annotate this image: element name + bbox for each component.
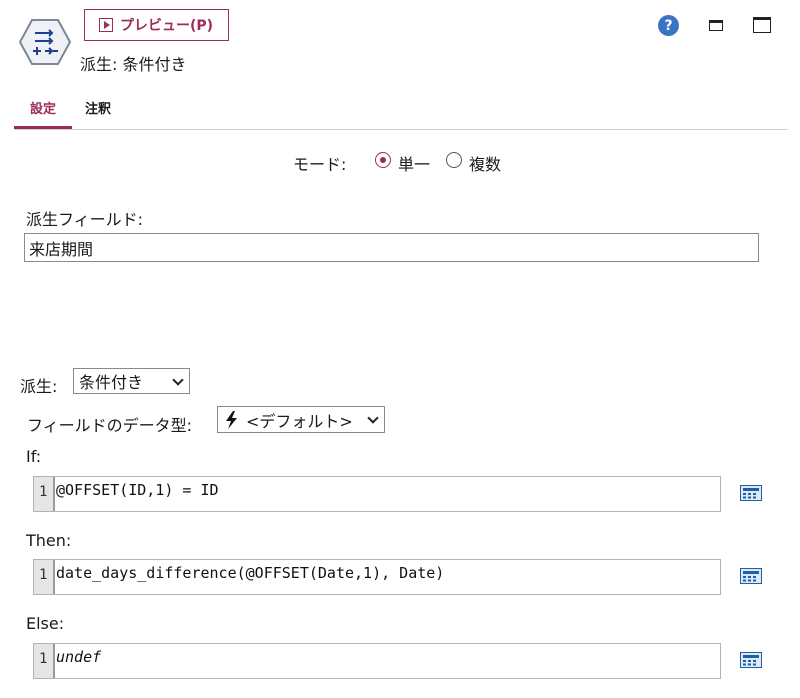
expression-builder-icon[interactable] (740, 568, 762, 584)
derive-as-label: 派生: (20, 377, 58, 396)
derive-as-select[interactable]: 条件付き (73, 368, 190, 394)
mode-multiple-label[interactable]: 複数 (469, 151, 501, 175)
expression-builder-icon[interactable] (740, 652, 762, 668)
tab-annotations[interactable]: 注釈 (85, 98, 111, 117)
else-label: Else: (26, 614, 65, 633)
help-icon[interactable]: ? (658, 15, 679, 36)
derive-node-icon (19, 19, 71, 65)
mode-single-radio[interactable] (375, 152, 391, 168)
node-title: 派生: 条件付き (80, 55, 187, 74)
preview-button-label: プレビュー(P) (120, 18, 214, 34)
line-number-gutter: 1 (34, 477, 55, 511)
minimize-icon[interactable] (709, 20, 723, 31)
chevron-down-icon (367, 412, 379, 424)
else-expression-editor[interactable]: 1 undef (33, 643, 721, 679)
field-type-select[interactable]: <デフォルト> (217, 406, 385, 433)
if-expression-editor[interactable]: 1 @OFFSET(ID,1) = ID (33, 476, 721, 512)
derive-field-input[interactable] (24, 233, 759, 262)
chevron-down-icon (172, 374, 184, 386)
then-expression-editor[interactable]: 1 date_days_difference(@OFFSET(Date,1), … (33, 559, 721, 595)
else-expression-code: undef (56, 648, 102, 666)
expression-builder-icon[interactable] (740, 485, 762, 501)
then-label: Then: (26, 531, 72, 550)
if-expression-code: @OFFSET(ID,1) = ID (56, 481, 219, 499)
then-expression-code: date_days_difference(@OFFSET(Date,1), Da… (56, 564, 445, 582)
play-icon (99, 18, 113, 32)
lightning-icon (226, 410, 237, 429)
line-number-gutter: 1 (34, 644, 55, 678)
tab-settings[interactable]: 設定 (30, 98, 56, 117)
preview-button[interactable]: プレビュー(P) (84, 9, 229, 41)
mode-multiple-radio[interactable] (446, 152, 462, 168)
derive-field-label: 派生フィールド: (26, 210, 144, 229)
field-type-value: <デフォルト> (246, 411, 353, 431)
tab-divider (14, 129, 788, 130)
field-type-label: フィールドのデータ型: (27, 416, 193, 435)
mode-label: モード: (293, 155, 347, 174)
if-label: If: (26, 447, 42, 466)
mode-single-label[interactable]: 単一 (398, 151, 430, 175)
derive-as-value: 条件付き (79, 373, 144, 392)
line-number-gutter: 1 (34, 560, 55, 594)
maximize-icon[interactable] (753, 17, 771, 33)
